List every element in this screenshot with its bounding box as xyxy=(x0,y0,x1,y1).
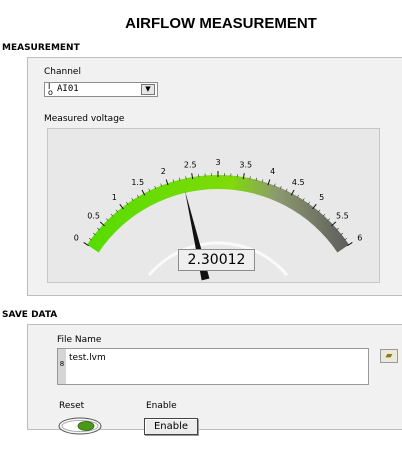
gauge-arc xyxy=(87,174,349,253)
gauge-tick-label: 3.5 xyxy=(239,160,252,169)
gauge-tick-label: 0.5 xyxy=(87,212,100,221)
gauge-tick-label: 1.5 xyxy=(131,178,144,187)
file-path-value: test.lvm xyxy=(69,353,106,363)
gauge-tick-label: 2.5 xyxy=(184,160,197,169)
gauge-tick-label: 4 xyxy=(270,167,275,176)
save-section-header: SAVE DATA xyxy=(2,310,58,320)
gauge-tick-label: 5 xyxy=(319,193,324,202)
gauge-tick-label: 3 xyxy=(215,158,220,167)
gauge-tick-label: 4.5 xyxy=(292,178,305,187)
voltage-readout: 2.30012 xyxy=(178,249,255,271)
enable-label: Enable xyxy=(146,401,177,411)
folder-icon[interactable]: ▰ xyxy=(380,349,398,363)
reset-button[interactable] xyxy=(57,416,103,436)
enable-button[interactable]: Enable xyxy=(144,418,198,435)
gauge-tick-label: 6 xyxy=(357,233,362,242)
save-panel: File Name 8 test.lvm ▰ Reset Enable Enab… xyxy=(27,324,402,435)
file-name-label: File Name xyxy=(57,335,102,345)
file-path-input[interactable]: 8 test.lvm xyxy=(57,348,369,385)
gauge-tick-label: 1 xyxy=(112,193,117,202)
gauge-tick-label: 5.5 xyxy=(336,212,349,221)
reset-label: Reset xyxy=(59,401,85,411)
gauge-tick-label: 0 xyxy=(74,233,79,242)
gauge-tick-label: 2 xyxy=(161,167,166,176)
path-type-icon: 8 xyxy=(58,349,66,384)
